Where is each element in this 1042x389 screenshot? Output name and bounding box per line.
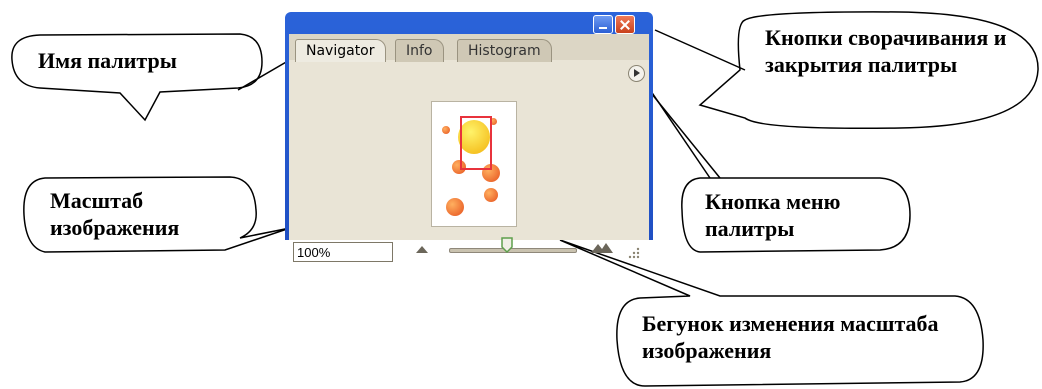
label-zoom-slider: Бегунок изменения масштаба изображения — [642, 311, 939, 363]
thumbnail-fruit — [484, 188, 498, 202]
zoom-slider-handle[interactable] — [501, 237, 513, 253]
resize-grip-icon[interactable] — [627, 244, 641, 260]
minimize-icon[interactable] — [593, 15, 613, 34]
navigator-palette: Navigator Info Histogram 100% — [285, 12, 653, 262]
palette-body: Navigator Info Histogram 100% — [289, 34, 649, 262]
zoom-slider-track[interactable] — [449, 248, 577, 253]
label-palette-name: Имя палитры — [38, 48, 177, 73]
thumbnail-fruit — [442, 126, 450, 134]
tab-strip: Navigator Info Histogram — [289, 34, 649, 62]
palette-menu-icon[interactable] — [628, 65, 645, 82]
tab-info[interactable]: Info — [395, 39, 444, 62]
image-thumbnail[interactable] — [431, 101, 517, 227]
view-area-rectangle[interactable] — [460, 116, 492, 170]
zoom-in-mountain-icon[interactable] — [591, 242, 613, 254]
label-menu-button: Кнопка меню палитры — [705, 189, 841, 241]
pointer-title-buttons — [654, 29, 746, 71]
zoom-out-mountain-icon[interactable] — [416, 245, 428, 254]
label-zoom-level: Масштаб изображения — [50, 188, 180, 240]
zoom-level-field[interactable]: 100% — [293, 242, 393, 262]
label-title-buttons: Кнопки сворачивания и закрытия палитры — [765, 25, 1007, 77]
close-icon[interactable] — [615, 15, 635, 34]
tab-navigator[interactable]: Navigator — [295, 39, 386, 62]
tab-histogram[interactable]: Histogram — [457, 39, 552, 62]
thumbnail-fruit — [446, 198, 464, 216]
